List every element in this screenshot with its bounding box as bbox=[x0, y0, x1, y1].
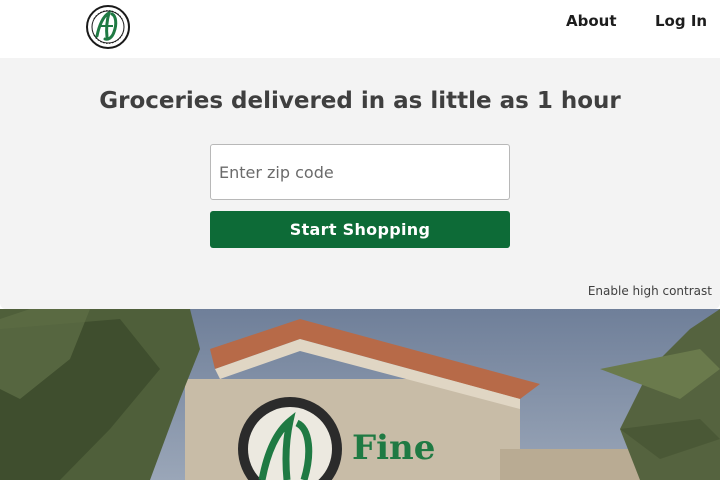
top-bar: About Log In bbox=[0, 0, 720, 58]
store-logo-icon[interactable] bbox=[85, 4, 131, 50]
nav-login-link[interactable]: Log In bbox=[655, 12, 707, 30]
zip-entry-panel: Groceries delivered in as little as 1 ho… bbox=[0, 58, 720, 309]
nav-about-link[interactable]: About bbox=[566, 12, 617, 30]
enable-high-contrast-link[interactable]: Enable high contrast bbox=[588, 284, 712, 298]
page-headline: Groceries delivered in as little as 1 ho… bbox=[99, 88, 621, 114]
sign-fine-text: Fine bbox=[352, 428, 435, 468]
zip-code-input[interactable] bbox=[210, 144, 510, 200]
storefront-photo: Fine bbox=[0, 309, 720, 480]
start-shopping-button[interactable]: Start Shopping bbox=[210, 211, 510, 248]
